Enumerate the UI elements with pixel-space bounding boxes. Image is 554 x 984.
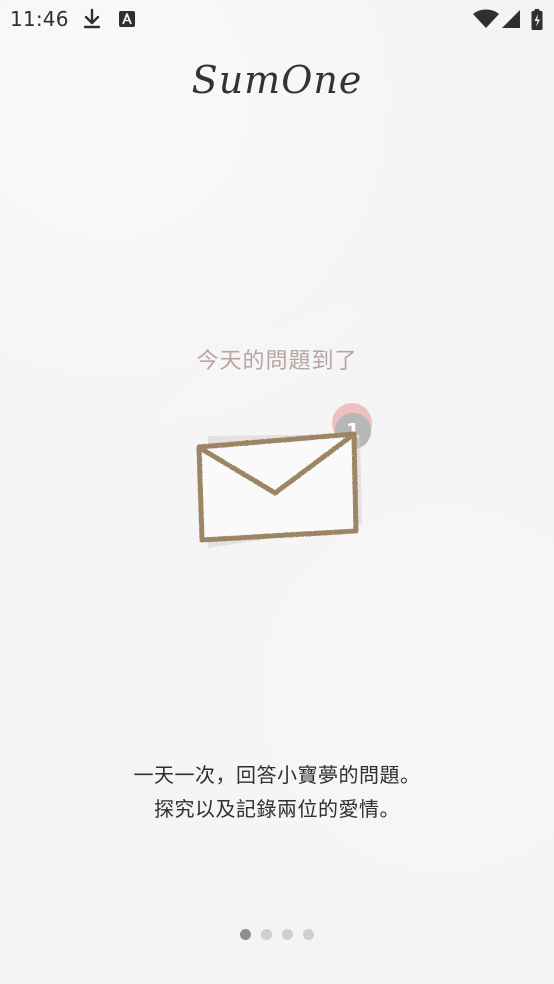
envelope-icon [196, 431, 362, 548]
a-box-icon [118, 8, 136, 34]
wifi-icon [472, 8, 500, 34]
description-line-1: 一天一次，回答小寶夢的問題。 [133, 763, 421, 787]
status-time: 11:46 [10, 7, 69, 31]
pager-dot-1[interactable] [240, 929, 251, 940]
pager-dot-4[interactable] [303, 929, 314, 940]
status-bar: 11:46 [0, 0, 554, 38]
description-line-2: 探究以及記錄兩位的愛情。 [154, 797, 400, 821]
battery-charging-icon [530, 8, 544, 36]
envelope-illustration [190, 398, 380, 558]
pager-dot-3[interactable] [282, 929, 293, 940]
pager-dot-2[interactable] [261, 929, 272, 940]
app-logo: SumOne [191, 58, 363, 102]
cell-signal-icon [502, 8, 522, 34]
slide-title: 今天的問題到了 [196, 349, 358, 374]
download-icon [82, 8, 102, 34]
pager-dots [0, 928, 554, 942]
